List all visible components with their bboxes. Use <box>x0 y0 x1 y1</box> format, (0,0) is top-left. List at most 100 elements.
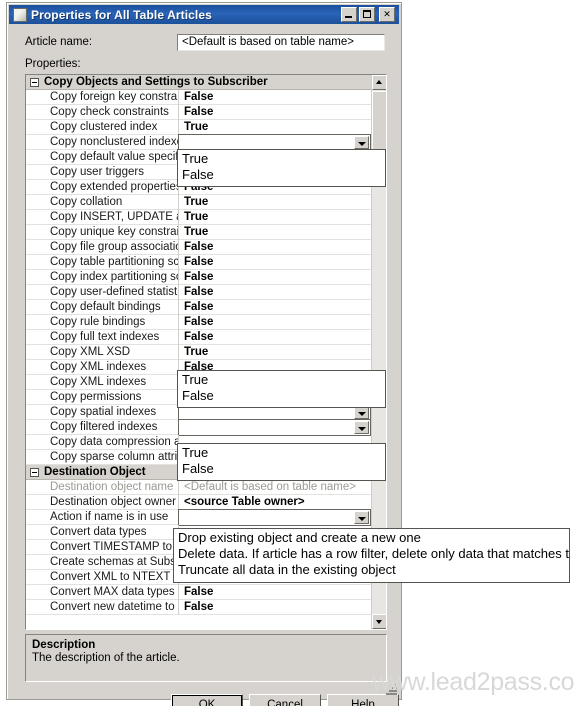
property-row[interactable]: Copy check constraints False <box>26 104 371 120</box>
property-row[interactable]: Copy foreign key constraintsFalse <box>26 89 371 105</box>
cancel-button[interactable]: Cancel <box>249 694 321 706</box>
property-row[interactable]: Copy XML XSD True <box>26 344 371 360</box>
property-row[interactable]: Copy INSERT, UPDATE and DELETE triggersT… <box>26 209 371 225</box>
property-row[interactable]: Copy table partitioning schemesFalse <box>26 254 371 270</box>
property-row[interactable]: Copy rule bindings False <box>26 314 371 330</box>
property-name: Copy user triggers <box>50 166 144 178</box>
property-name: Copy user-defined statistics <box>50 286 178 298</box>
property-value[interactable]: False <box>178 599 371 615</box>
property-name: Copy permissions <box>50 391 142 403</box>
property-name: Convert XML to NTEXT <box>50 571 171 583</box>
property-row[interactable]: Copy index partitioning schemesFalse <box>26 269 371 285</box>
property-name: Copy XML XSD <box>50 346 131 358</box>
collapse-toggle-icon[interactable] <box>30 467 39 477</box>
maximize-button[interactable] <box>359 7 375 22</box>
property-value[interactable]: False <box>178 584 371 600</box>
property-value[interactable]: True <box>178 209 371 225</box>
help-button[interactable]: Help <box>327 694 399 706</box>
property-value[interactable]: False <box>178 314 371 330</box>
property-row[interactable]: Copy filtered indexes <box>26 419 371 436</box>
property-value[interactable]: True <box>178 344 371 360</box>
dropdown-option[interactable]: Truncate all data in the existing object <box>174 562 569 578</box>
property-name: Convert MAX data types to NTEXT and IMAG… <box>50 586 178 598</box>
property-row[interactable]: Copy user-defined statistics False <box>26 284 371 300</box>
property-name: Copy default value specifications <box>50 151 178 163</box>
property-row[interactable]: Copy default bindings False <box>26 299 371 315</box>
dropdown-list-copy-default-value[interactable]: True False <box>177 149 386 187</box>
dropdown-option[interactable]: Drop existing object and create a new on… <box>174 530 569 546</box>
chevron-down-icon[interactable] <box>354 511 369 524</box>
minimize-button[interactable] <box>341 7 357 22</box>
property-value[interactable]: False <box>178 269 371 285</box>
dropdown-option[interactable]: Delete data. If article has a row filter… <box>174 546 569 562</box>
property-name: Copy XML indexes <box>50 361 147 373</box>
property-value[interactable]: <source Table owner> <box>178 494 371 510</box>
property-value[interactable]: True <box>178 119 371 135</box>
property-name: Copy extended properties <box>50 181 178 193</box>
property-row[interactable]: Destination object owner <source Table ow… <box>26 494 371 510</box>
dropdown-option[interactable]: False <box>178 388 385 404</box>
scroll-up-icon[interactable] <box>372 75 386 90</box>
property-value-combobox[interactable] <box>178 419 371 436</box>
property-row[interactable]: Convert new datetime to NVARCHARFalse <box>26 599 371 615</box>
property-value[interactable]: True <box>178 224 371 240</box>
property-value[interactable]: False <box>178 239 371 255</box>
resize-grip-icon[interactable] <box>385 683 397 695</box>
property-value[interactable]: False <box>178 254 371 270</box>
property-row[interactable]: Convert MAX data types to NTEXT and IMAG… <box>26 584 371 600</box>
dropdown-list-copy-xml-indexes[interactable]: True False <box>177 370 386 408</box>
dropdown-option[interactable]: False <box>178 167 385 183</box>
property-name: Copy table partitioning schemes <box>50 256 178 268</box>
property-row[interactable]: Action if name is in use <box>26 509 371 526</box>
property-value[interactable]: <Default is based on table name> <box>178 479 371 495</box>
property-row[interactable]: Copy collation True <box>26 194 371 210</box>
chevron-down-icon[interactable] <box>354 136 369 149</box>
property-name: Copy nonclustered indexes <box>50 136 178 148</box>
window-controls: ✕ <box>341 7 397 22</box>
property-row[interactable]: Copy nonclustered indexes <box>26 134 371 151</box>
property-value[interactable]: False <box>178 329 371 345</box>
dropdown-option[interactable]: False <box>178 461 385 477</box>
dropdown-option[interactable]: True <box>178 372 385 388</box>
property-row[interactable]: Destination object name <Default is based… <box>26 479 371 495</box>
property-value[interactable]: False <box>178 284 371 300</box>
property-name: Copy INSERT, UPDATE and DELETE triggers <box>50 211 178 223</box>
screenshot-root: Properties for All Table Articles ✕ Arti… <box>0 0 576 706</box>
chevron-down-icon[interactable] <box>354 421 369 434</box>
scroll-down-icon[interactable] <box>372 614 386 629</box>
window-properties-icon <box>13 7 27 22</box>
property-name: Copy index partitioning schemes <box>50 271 178 283</box>
property-value-combobox[interactable] <box>178 509 371 526</box>
property-value[interactable]: False <box>178 299 371 315</box>
dialog-body: Article name: <Default is based on table… <box>9 26 399 706</box>
property-row[interactable]: Copy unique key constraintsTrue <box>26 224 371 240</box>
property-value[interactable]: True <box>178 194 371 210</box>
property-name: Convert data types <box>50 526 147 538</box>
ok-button[interactable]: OK <box>171 694 243 706</box>
property-category-header[interactable]: Copy Objects and Settings to Subscriber <box>26 75 371 90</box>
article-name-input[interactable]: <Default is based on table name> <box>177 34 385 51</box>
property-name: Create schemas at Subscriber <box>50 556 178 568</box>
property-name: Copy check constraints <box>50 106 169 118</box>
property-name: Convert new datetime to NVARCHAR <box>50 601 178 613</box>
property-value[interactable]: False <box>178 89 371 105</box>
properties-label: Properties: <box>25 58 81 70</box>
property-row[interactable]: Copy file group associationsFalse <box>26 239 371 255</box>
property-name: Destination object name <box>50 481 174 493</box>
category-label: Destination Object <box>44 466 146 478</box>
dropdown-list-action-if-name-in-use[interactable]: Drop existing object and create a new on… <box>173 528 570 583</box>
dialog-titlebar[interactable]: Properties for All Table Articles ✕ <box>9 5 399 24</box>
property-row[interactable]: Copy full text indexes False <box>26 329 371 345</box>
close-icon: ✕ <box>383 9 391 19</box>
dropdown-option[interactable]: True <box>178 151 385 167</box>
properties-dialog: Properties for All Table Articles ✕ Arti… <box>6 2 402 706</box>
property-value[interactable]: False <box>178 104 371 120</box>
property-name: Convert TIMESTAMP to BINARY <box>50 541 178 553</box>
property-name: Action if name is in use <box>50 511 169 523</box>
dialog-title: Properties for All Table Articles <box>31 7 212 22</box>
property-row[interactable]: Copy clustered index True <box>26 119 371 135</box>
close-button[interactable]: ✕ <box>379 7 395 22</box>
dropdown-list-copy-data-compression[interactable]: True False <box>177 443 386 481</box>
dropdown-option[interactable]: True <box>178 445 385 461</box>
collapse-toggle-icon[interactable] <box>30 77 39 87</box>
